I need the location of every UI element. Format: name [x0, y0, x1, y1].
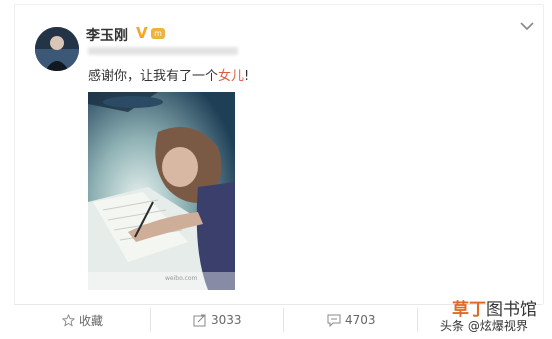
chevron-down-icon[interactable]: [518, 19, 536, 33]
girl-studying-image: [88, 92, 235, 290]
avatar[interactable]: [35, 27, 79, 71]
comment-icon: [327, 314, 341, 327]
verified-badge-icon: V: [136, 24, 148, 42]
repost-icon: [193, 314, 206, 326]
repost-button[interactable]: 3033: [193, 311, 242, 329]
username[interactable]: 李玉刚: [86, 25, 128, 45]
post-text-highlight: 女儿: [218, 69, 245, 84]
post-photo[interactable]: [88, 92, 235, 290]
post-text: 感谢你，让我有了一个女儿!: [88, 65, 249, 84]
favorite-label: 收藏: [79, 313, 104, 328]
favorite-button[interactable]: 收藏: [62, 311, 103, 329]
repost-count: 3033: [211, 313, 242, 327]
photo-watermark: weibo.com: [165, 275, 198, 282]
level-badge-icon: m: [151, 28, 165, 39]
post-text-main: 感谢你，让我有了一个: [88, 69, 219, 84]
source-watermark: 头条 @炫爆视界: [440, 319, 528, 333]
action-separator: [283, 308, 284, 332]
comment-button[interactable]: 4703: [327, 311, 376, 329]
avatar-image: [35, 27, 79, 71]
star-icon: [62, 313, 75, 327]
action-separator: [150, 308, 151, 332]
post-meta-redacted: [88, 47, 238, 55]
post-text-end: !: [244, 69, 250, 84]
comment-count: 4703: [345, 313, 376, 327]
action-separator: [417, 308, 418, 332]
